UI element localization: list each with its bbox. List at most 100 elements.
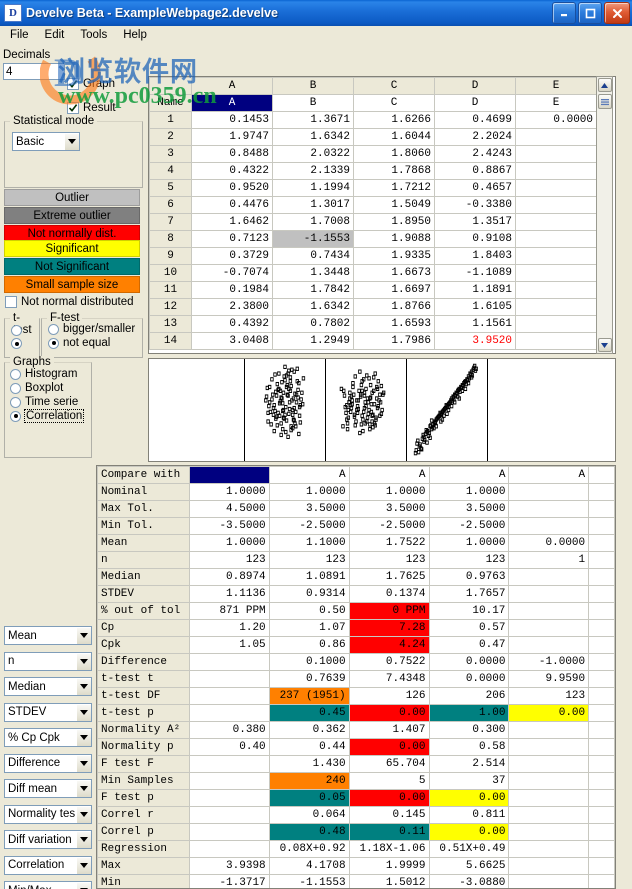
statistic-select-9[interactable]: Correlation xyxy=(4,855,92,875)
data-grid-cell[interactable]: 1.7008 xyxy=(272,213,354,231)
ttest-radio-1[interactable] xyxy=(11,338,22,349)
result-grid-cell[interactable]: 0.380 xyxy=(188,721,270,739)
data-grid-row-number[interactable]: 6 xyxy=(149,196,192,214)
result-grid-cell[interactable] xyxy=(588,602,615,620)
data-grid-cell[interactable]: -0.3380 xyxy=(434,196,516,214)
data-grid-cell[interactable]: 2.1339 xyxy=(272,162,354,180)
legend-not-significant[interactable]: Not Significant xyxy=(4,258,140,275)
data-grid[interactable]: A B C D E Name A B C D E 1 0.1453 1.3671 1.6266 0.4699 0… xyxy=(148,76,616,354)
data-grid-cell[interactable]: 1.6593 xyxy=(353,315,435,333)
result-grid-cell[interactable]: 1.7657 xyxy=(428,585,510,603)
result-grid-cell[interactable]: -2.5000 xyxy=(348,517,430,535)
result-grid-cell[interactable]: 5.6625 xyxy=(428,857,510,875)
result-grid-cell[interactable] xyxy=(588,568,615,586)
statistic-select-5[interactable]: Difference xyxy=(4,753,92,773)
data-grid-cell[interactable]: 1.3671 xyxy=(272,111,354,129)
data-grid-cell[interactable]: 1.9335 xyxy=(353,247,435,265)
result-grid-cell[interactable] xyxy=(188,670,270,688)
not-normal-distributed-checkbox[interactable]: Not normal distributed xyxy=(5,296,134,308)
legend-extreme-outlier[interactable]: Extreme outlier xyxy=(4,207,140,224)
statistic-select-4[interactable]: % Cp Cpk xyxy=(4,728,92,747)
result-grid-cell[interactable]: 1.0000 xyxy=(428,483,510,501)
result-grid-cell[interactable]: 1.18X-1.06 xyxy=(348,840,430,858)
result-grid-cell[interactable]: -1.0000 xyxy=(508,653,590,671)
data-grid-cell[interactable]: 0.4392 xyxy=(191,315,273,333)
data-grid-cell[interactable]: 1.7868 xyxy=(353,162,435,180)
result-grid-cell[interactable]: 1.0000 xyxy=(268,483,350,501)
scroll-down-icon[interactable] xyxy=(597,338,612,352)
data-grid-row-number[interactable]: 5 xyxy=(149,179,192,197)
maximize-icon[interactable] xyxy=(578,2,602,24)
result-grid-cell[interactable] xyxy=(508,874,590,888)
result-grid-cell[interactable]: 871 PPM xyxy=(188,602,270,620)
result-grid-cell[interactable]: 0.9763 xyxy=(428,568,510,586)
result-grid-cell[interactable]: 0.0000 xyxy=(508,534,590,552)
data-grid-cell[interactable]: 0.7123 xyxy=(191,230,273,248)
menu-item-help[interactable]: Help xyxy=(116,28,154,42)
data-grid-cell[interactable]: 2.2024 xyxy=(434,128,516,146)
result-grid-cell[interactable] xyxy=(508,602,590,620)
graphs-radio-boxplot[interactable]: Boxplot xyxy=(10,382,83,394)
result-grid-cell[interactable]: 10.17 xyxy=(428,602,510,620)
result-grid-cell[interactable] xyxy=(508,500,590,518)
data-grid-cell[interactable]: 1.5049 xyxy=(353,196,435,214)
legend-outlier[interactable]: Outlier xyxy=(4,189,140,206)
data-grid-cell[interactable]: 1.7842 xyxy=(272,281,354,299)
data-grid-cell[interactable] xyxy=(515,145,597,163)
result-grid-cell[interactable] xyxy=(588,874,615,888)
result-grid-cell[interactable]: 0.811 xyxy=(428,806,510,824)
result-grid-cell[interactable] xyxy=(508,721,590,739)
result-grid-cell[interactable] xyxy=(588,687,615,705)
data-grid-cell[interactable] xyxy=(515,128,597,146)
graphs-radio-time-serie[interactable]: Time serie xyxy=(10,396,83,408)
result-grid-cell[interactable]: 0.064 xyxy=(268,806,350,824)
data-grid-cell[interactable]: 3.0408 xyxy=(191,332,273,350)
result-grid-cell[interactable]: 240 xyxy=(268,772,350,790)
result-grid-cell[interactable] xyxy=(188,789,270,807)
result-grid-cell[interactable]: 123 xyxy=(188,551,270,569)
statistic-select-8[interactable]: Diff variation xyxy=(4,830,92,849)
data-grid-cell[interactable] xyxy=(515,315,597,333)
result-grid-cell[interactable] xyxy=(508,619,590,637)
result-grid-cell[interactable]: 0.00 xyxy=(348,704,430,722)
result-grid-cell[interactable]: 1.7522 xyxy=(348,534,430,552)
result-grid-cell[interactable]: 1 xyxy=(508,551,590,569)
data-grid-row-number[interactable]: 10 xyxy=(149,264,192,282)
data-grid-cell[interactable]: 1.7212 xyxy=(353,179,435,197)
data-grid-row-number[interactable]: 7 xyxy=(149,213,192,231)
data-grid-cell[interactable]: 1.6342 xyxy=(272,128,354,146)
data-grid-cell[interactable]: 0.7434 xyxy=(272,247,354,265)
data-grid-cell[interactable]: 1.3517 xyxy=(434,213,516,231)
data-grid-cell[interactable]: 0.4476 xyxy=(191,196,273,214)
result-grid-cell[interactable] xyxy=(588,653,615,671)
data-grid-cell[interactable]: 1.2949 xyxy=(272,332,354,350)
result-grid-cell[interactable] xyxy=(508,840,590,858)
data-grid-row-number[interactable]: 8 xyxy=(149,230,192,248)
result-grid-cell[interactable]: 0.0000 xyxy=(428,670,510,688)
result-grid-cell[interactable] xyxy=(508,738,590,756)
statistic-select-0[interactable]: Mean xyxy=(4,626,92,645)
data-grid-name-cell[interactable]: B xyxy=(272,94,354,112)
result-grid-cell[interactable] xyxy=(588,551,615,569)
data-grid-row-number[interactable]: 1 xyxy=(149,111,192,129)
result-grid-cell[interactable]: 65.704 xyxy=(348,755,430,773)
data-grid-cell[interactable]: 1.8403 xyxy=(434,247,516,265)
result-grid-cell[interactable]: 123 xyxy=(268,551,350,569)
data-grid-cell[interactable]: 2.0322 xyxy=(272,145,354,163)
result-grid-cell[interactable]: 0.300 xyxy=(428,721,510,739)
data-grid-row-number[interactable]: 4 xyxy=(149,162,192,180)
result-grid-cell[interactable]: 0.47 xyxy=(428,636,510,654)
data-grid-row-number[interactable]: 14 xyxy=(149,332,192,350)
result-grid-cell[interactable]: 0.11 xyxy=(348,823,430,841)
data-grid-cell[interactable]: 0.8488 xyxy=(191,145,273,163)
result-grid-cell[interactable]: 7.4348 xyxy=(348,670,430,688)
result-grid-cell[interactable]: 0.362 xyxy=(268,721,350,739)
menu-item-tools[interactable]: Tools xyxy=(73,28,114,42)
legend-significant[interactable]: Significant xyxy=(4,240,140,257)
data-grid-cell[interactable] xyxy=(515,196,597,214)
result-grid-cell[interactable] xyxy=(188,687,270,705)
ftest-radio-bigger-smaller[interactable]: bigger/smaller xyxy=(48,323,135,335)
result-grid-cell[interactable] xyxy=(588,738,615,756)
result-grid-cell[interactable] xyxy=(508,823,590,841)
statistic-select-6[interactable]: Diff mean xyxy=(4,779,92,798)
